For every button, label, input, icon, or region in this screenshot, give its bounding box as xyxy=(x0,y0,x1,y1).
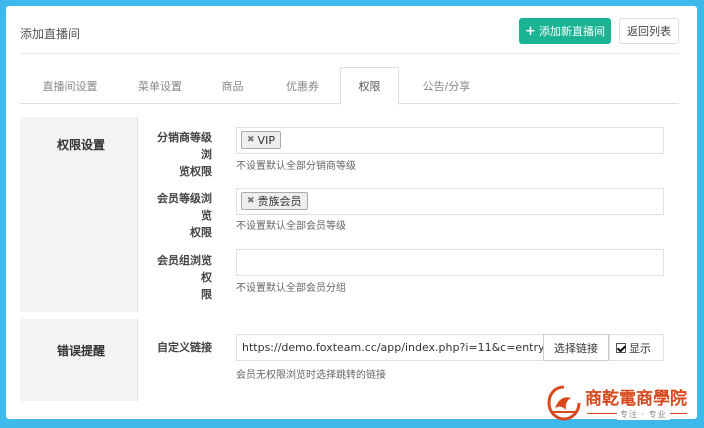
tab-bar: 直播间设置 菜单设置 商品 优惠券 权限 公告/分享 xyxy=(20,67,679,105)
tab-live-room-settings[interactable]: 直播间设置 xyxy=(20,67,120,104)
remove-tag-icon[interactable]: ✖ xyxy=(247,135,255,145)
distributor-level-label-line1: 分销商等级浏 xyxy=(157,131,212,161)
header-divider xyxy=(20,53,679,54)
back-to-list-button[interactable]: 返回列表 xyxy=(619,18,679,44)
page-header: 添加直播间 + 添加新直播间 返回列表 xyxy=(6,6,697,54)
brand-name: 商乾電商學院 xyxy=(585,389,687,409)
show-checkbox[interactable] xyxy=(616,342,626,353)
member-level-help: 不设置默认全部会员等级 xyxy=(236,221,346,232)
add-live-room-label: 添加新直播间 xyxy=(538,25,605,38)
tab-announcement-share[interactable]: 公告/分享 xyxy=(399,67,494,104)
permission-section: 权限设置 分销商等级浏 览权限 ✖ VIP 不设置默认全部分销商等级 会员等级浏… xyxy=(20,117,679,312)
member-level-label: 会员等级浏览 权限 xyxy=(148,190,212,241)
selected-tag: ✖ 贵族会员 xyxy=(241,192,308,210)
custom-link-label: 自定义链接 xyxy=(157,341,212,354)
distributor-level-help: 不设置默认全部分销商等级 xyxy=(236,161,356,172)
tab-coupons[interactable]: 优惠券 xyxy=(265,67,340,104)
page-title: 添加直播间 xyxy=(20,27,81,41)
show-toggle[interactable]: 显示 xyxy=(609,334,664,361)
member-group-select[interactable] xyxy=(236,249,664,276)
remove-tag-icon[interactable]: ✖ xyxy=(247,196,255,206)
tab-permissions[interactable]: 权限 xyxy=(340,67,399,105)
member-group-label: 会员组浏览权 限 xyxy=(148,252,212,303)
permission-section-title: 权限设置 xyxy=(56,138,105,152)
member-group-label-line2: 限 xyxy=(201,288,212,301)
selected-tag: ✖ VIP xyxy=(241,131,281,149)
brand-slogan: 专注 · 专业 xyxy=(617,409,670,420)
brand-logo-icon xyxy=(547,385,581,421)
member-level-label-line1: 会员等级浏览 xyxy=(157,192,212,222)
tab-menu-settings[interactable]: 菜单设置 xyxy=(120,67,200,104)
add-live-room-button[interactable]: + 添加新直播间 xyxy=(519,18,611,44)
distributor-level-select[interactable]: ✖ VIP xyxy=(236,127,664,154)
custom-link-help: 会员无权限浏览时选择跳转的链接 xyxy=(236,370,386,381)
tag-label: VIP xyxy=(257,133,275,147)
show-label: 显示 xyxy=(629,341,651,355)
distributor-level-label: 分销商等级浏 览权限 xyxy=(148,129,212,180)
main-frame: 添加直播间 + 添加新直播间 返回列表 直播间设置 菜单设置 商品 优惠券 权限… xyxy=(6,6,697,419)
member-group-help: 不设置默认全部会员分组 xyxy=(236,283,346,294)
custom-link-input[interactable]: https://demo.foxteam.cc/app/index.php?i=… xyxy=(236,334,544,361)
distributor-level-label-line2: 览权限 xyxy=(179,165,212,178)
choose-link-button[interactable]: 选择链接 xyxy=(543,334,609,361)
tag-label: 贵族会员 xyxy=(257,195,302,208)
member-level-label-line2: 权限 xyxy=(190,226,212,239)
member-level-select[interactable]: ✖ 贵族会员 xyxy=(236,188,664,215)
member-group-label-line1: 会员组浏览权 xyxy=(157,254,212,284)
plus-icon: + xyxy=(525,23,536,39)
error-section-title: 错误提醒 xyxy=(56,344,105,358)
tab-products[interactable]: 商品 xyxy=(200,67,265,104)
brand-watermark: 商乾電商學院 专注 · 专业 xyxy=(545,382,697,424)
